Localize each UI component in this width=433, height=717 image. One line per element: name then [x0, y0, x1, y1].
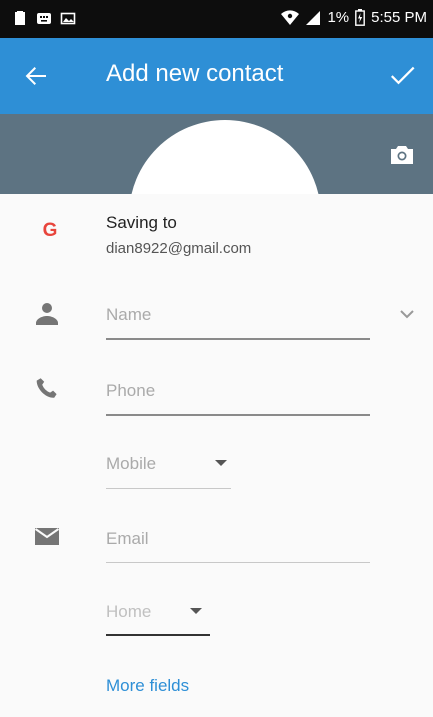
image-icon — [60, 12, 76, 25]
account-row[interactable]: G Saving to dian8922@gmail.com — [0, 194, 433, 274]
saving-to-label: Saving to — [106, 213, 177, 232]
keyboard-icon — [37, 13, 51, 24]
email-input[interactable]: Email — [106, 529, 149, 549]
email-type-row[interactable]: Home — [0, 584, 433, 644]
clock: 5:55 PM — [371, 9, 427, 26]
email-type-select[interactable]: Home — [106, 602, 151, 622]
name-underline — [106, 338, 370, 340]
app-bar: Add new contact — [0, 38, 433, 114]
phone-type-select[interactable]: Mobile — [106, 454, 156, 474]
phone-input[interactable]: Phone — [106, 381, 155, 401]
battery-percent: 1% — [327, 9, 350, 26]
phone-underline — [106, 414, 370, 416]
chevron-down-icon[interactable] — [397, 304, 417, 324]
phone-icon — [36, 378, 57, 398]
account-email: dian8922@gmail.com — [106, 240, 252, 257]
contact-photo-area[interactable] — [0, 114, 433, 194]
wifi-icon — [281, 9, 300, 25]
google-icon: G — [42, 220, 58, 241]
dropdown-arrow-icon[interactable] — [190, 608, 202, 614]
email-type-underline — [106, 634, 210, 636]
notification-icon — [15, 11, 25, 25]
page-title: Add new contact — [106, 60, 284, 87]
name-input[interactable]: Name — [106, 305, 151, 325]
email-underline — [106, 562, 370, 563]
dropdown-arrow-icon[interactable] — [215, 460, 227, 466]
phone-row: Phone — [0, 360, 433, 426]
check-icon[interactable] — [385, 58, 421, 94]
person-icon — [36, 303, 58, 325]
phone-type-underline — [106, 488, 231, 489]
more-fields-button[interactable]: More fields — [106, 676, 189, 696]
email-icon — [34, 528, 60, 545]
arrow-back-icon[interactable] — [18, 58, 54, 94]
signal-icon — [306, 10, 321, 25]
camera-icon[interactable] — [389, 144, 415, 166]
email-row: Email — [0, 508, 433, 574]
battery-icon — [355, 9, 366, 26]
status-bar: 1% 5:55 PM — [0, 0, 433, 38]
avatar-placeholder — [129, 120, 321, 194]
phone-type-row[interactable]: Mobile — [0, 436, 433, 496]
name-row: Name — [0, 284, 433, 350]
